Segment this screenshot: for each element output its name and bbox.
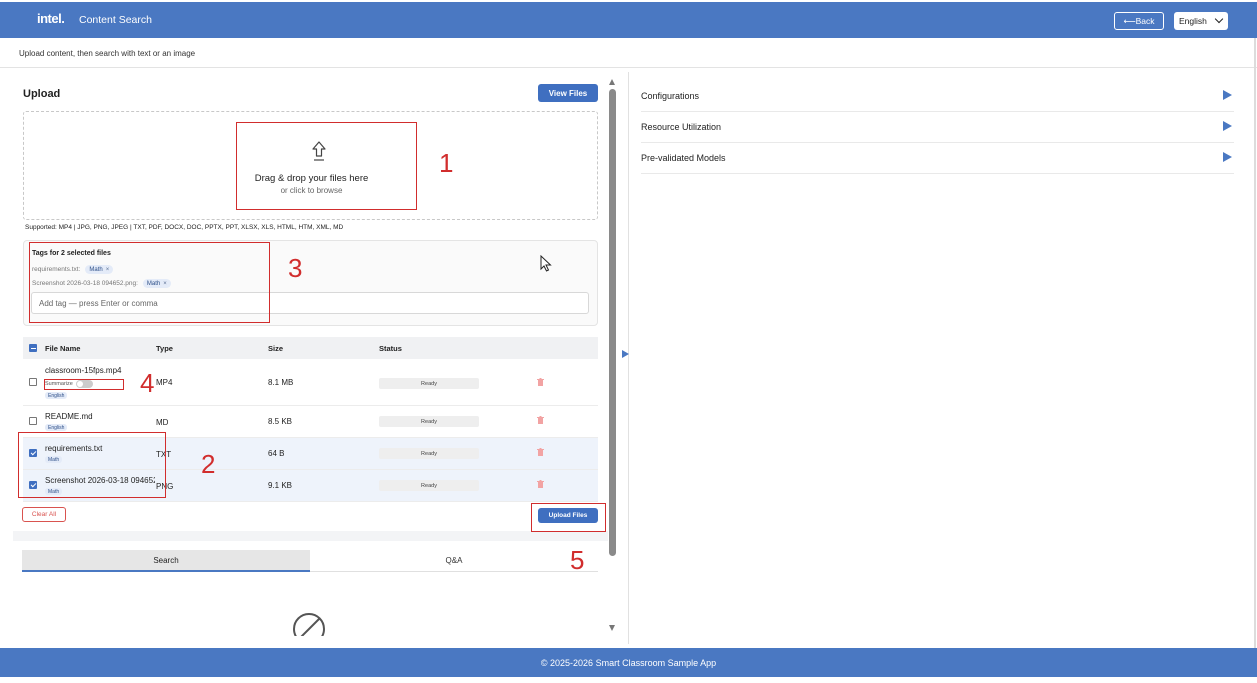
- back-button[interactable]: ⟵Back: [1114, 12, 1164, 30]
- row-checkbox[interactable]: [29, 417, 37, 425]
- chevron-down-icon: [1214, 14, 1224, 24]
- status-badge: Ready: [379, 448, 479, 459]
- annotation-box: [44, 379, 124, 390]
- column-header-file-name[interactable]: File Name: [45, 344, 80, 353]
- expand-panel-icon[interactable]: [622, 350, 629, 358]
- search-card: Search Q&A: [13, 541, 608, 636]
- footer-text: © 2025-2026 Smart Classroom Sample App: [540, 657, 717, 668]
- column-header-type[interactable]: Type: [156, 344, 173, 353]
- annotation-number: 1: [439, 148, 454, 178]
- trash-icon[interactable]: [537, 416, 544, 424]
- file-tag-chip: English: [45, 392, 68, 399]
- annotation-number: 3: [288, 253, 303, 283]
- trash-icon[interactable]: [537, 378, 544, 386]
- annotation-number: 2: [201, 449, 216, 479]
- app-footer: © 2025-2026 Smart Classroom Sample App: [0, 648, 1257, 677]
- panel-splitter[interactable]: [628, 72, 629, 644]
- app-title: Content Search: [79, 14, 152, 26]
- accordion-pre-validated-models[interactable]: Pre-validated Models: [641, 143, 1234, 174]
- select-all-checkbox[interactable]: [29, 344, 37, 352]
- trash-icon[interactable]: [537, 480, 544, 488]
- mouse-cursor-icon: [540, 255, 552, 272]
- accordion-label: Resource Utilization: [641, 122, 722, 132]
- status-badge: Ready: [379, 480, 479, 491]
- app-header: intel. Content Search ⟵Back English: [0, 2, 1257, 38]
- file-size: 64 B: [268, 449, 285, 458]
- annotation-box: [18, 432, 166, 498]
- intel-logo: intel.: [37, 11, 65, 26]
- row-checkbox[interactable]: [29, 378, 37, 386]
- file-name: classroom-15fps.mp4: [45, 366, 122, 375]
- triangle-right-icon: [1223, 152, 1232, 162]
- file-size: 9.1 KB: [268, 481, 293, 490]
- triangle-right-icon: [1223, 121, 1232, 131]
- language-select-value: English: [1179, 16, 1207, 26]
- annotation-box: [531, 503, 606, 532]
- tab-qa[interactable]: Q&A: [310, 550, 598, 572]
- accordion-label: Pre-validated Models: [641, 153, 726, 163]
- annotation-box: [29, 242, 270, 323]
- scroll-down-icon[interactable]: [609, 625, 615, 631]
- tab-search[interactable]: Search: [22, 550, 310, 572]
- clear-all-button[interactable]: Clear All: [22, 507, 66, 522]
- status-badge: Ready: [379, 378, 479, 389]
- file-size: 8.1 MB: [268, 378, 294, 387]
- accordion-resource-utilization[interactable]: Resource Utilization: [641, 112, 1234, 143]
- accordion-configurations[interactable]: Configurations: [641, 81, 1234, 112]
- view-files-button[interactable]: View Files: [538, 84, 598, 102]
- supported-formats: Supported: MP4 | JPG, PNG, JPEG | TXT, P…: [25, 224, 344, 231]
- upload-title: Upload: [23, 88, 61, 100]
- trash-icon[interactable]: [537, 448, 544, 456]
- file-type: MD: [156, 418, 169, 427]
- file-size: 8.5 KB: [268, 417, 293, 426]
- file-tag-chip: English: [45, 424, 68, 431]
- annotation-box: [236, 122, 417, 210]
- file-type: MP4: [156, 378, 173, 387]
- no-results-icon: [293, 613, 325, 636]
- triangle-right-icon: [1223, 90, 1232, 100]
- accordion-label: Configurations: [641, 91, 700, 101]
- scroll-up-icon[interactable]: [609, 79, 615, 85]
- annotation-number: 4: [140, 368, 155, 398]
- annotation-number: 5: [570, 545, 585, 575]
- page-subtitle-bar: Upload content, then search with text or…: [0, 38, 1257, 68]
- scroll-thumb[interactable]: [609, 89, 616, 556]
- window-edge: [1254, 38, 1256, 648]
- column-header-status: Status: [379, 344, 402, 353]
- column-header-size[interactable]: Size: [268, 344, 283, 353]
- file-name: README.md: [45, 412, 93, 421]
- left-panel-scrollbar[interactable]: [608, 79, 617, 635]
- page-subtitle: Upload content, then search with text or…: [19, 49, 196, 58]
- table-header: File Name Type Size Status: [23, 337, 598, 359]
- status-badge: Ready: [379, 416, 479, 427]
- language-select[interactable]: English: [1174, 12, 1228, 30]
